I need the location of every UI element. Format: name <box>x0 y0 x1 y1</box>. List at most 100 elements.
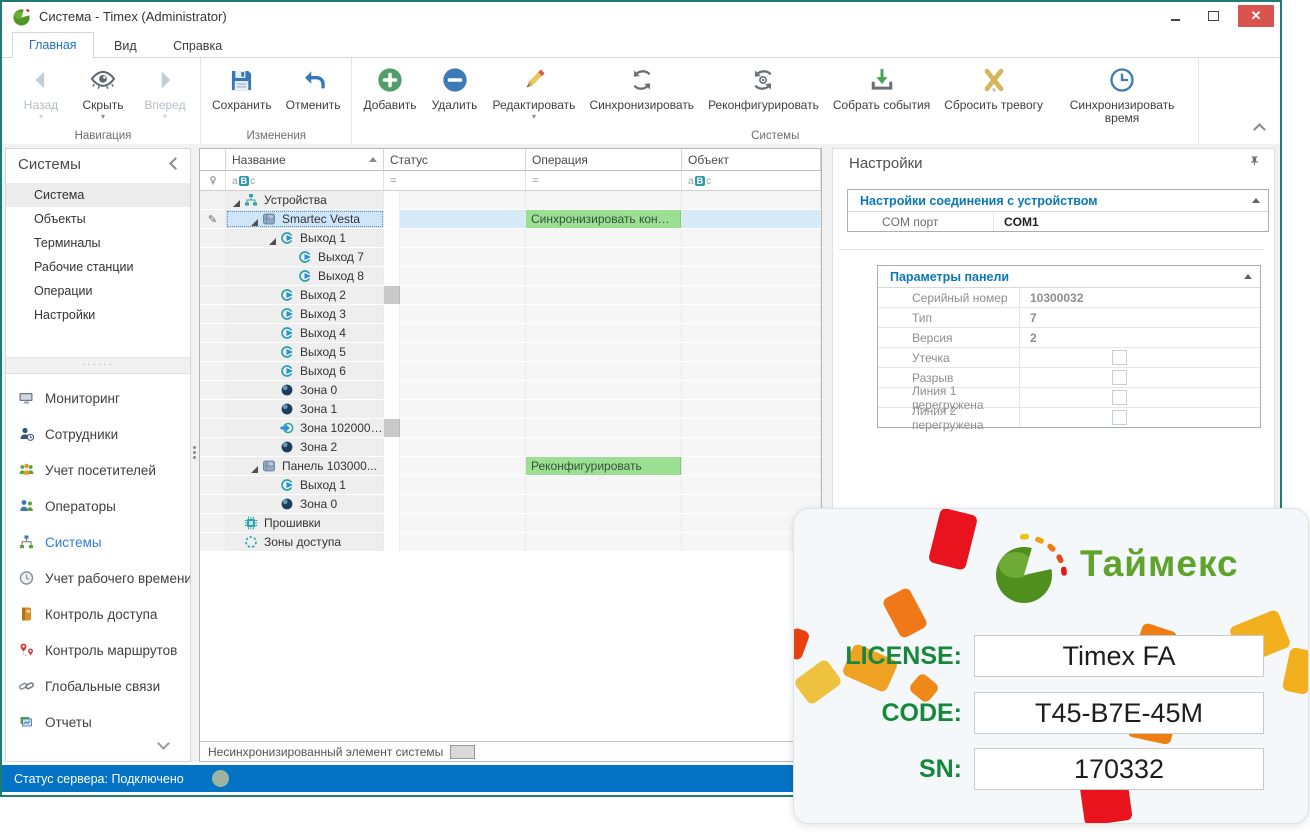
table-row[interactable]: Выход 1 <box>200 476 821 495</box>
reset-alarm-button[interactable]: Сбросить тревогу <box>937 61 1050 114</box>
sidebar-module-global-links[interactable]: Глобальные связи <box>6 668 190 704</box>
splitter-handle[interactable] <box>193 444 197 461</box>
tree-cell[interactable]: Выход 6 <box>226 362 384 380</box>
property-row[interactable]: Утечка <box>878 348 1260 368</box>
sidebar-item-sistema[interactable]: Система <box>6 183 190 207</box>
sidebar-module-route-control[interactable]: Контроль маршрутов <box>6 632 190 668</box>
column-header-name[interactable]: Название <box>226 149 384 170</box>
property-row[interactable]: Серийный номер10300032 <box>878 288 1260 308</box>
tree-cell[interactable]: Прошивки <box>226 514 384 532</box>
tree-cell[interactable]: Выход 5 <box>226 343 384 361</box>
table-row[interactable]: Выход 1 <box>200 229 821 248</box>
sidebar-collapse-button[interactable] <box>171 155 180 173</box>
table-row[interactable]: Выход 3 <box>200 305 821 324</box>
tree-cell[interactable]: Зона 1 <box>226 400 384 418</box>
tree-cell[interactable]: Устройства <box>226 191 384 209</box>
sidebar-item-obekty[interactable]: Объекты <box>6 207 190 231</box>
table-row[interactable]: Выход 4 <box>200 324 821 343</box>
back-button[interactable]: Назад▾ <box>10 61 72 122</box>
column-header-operation[interactable]: Операция <box>526 149 682 170</box>
filter-pin-icon[interactable] <box>200 171 226 190</box>
table-row[interactable]: Выход 7 <box>200 248 821 267</box>
table-row[interactable]: Зона 2 <box>200 438 821 457</box>
table-row[interactable]: ✎Smartec VestaСинхронизировать конфиг... <box>200 210 821 229</box>
sidebar-more-button[interactable] <box>159 735 168 753</box>
filter-status[interactable]: = <box>384 171 526 190</box>
tree-cell[interactable]: Выход 8 <box>226 267 384 285</box>
sidebar-module-employees[interactable]: Сотрудники <box>6 416 190 452</box>
tab-glavnaya[interactable]: Главная <box>12 32 94 61</box>
sidebar-module-operators[interactable]: Операторы <box>6 488 190 524</box>
tree-cell[interactable]: Выход 7 <box>226 248 384 266</box>
table-row[interactable]: Выход 2 <box>200 286 821 305</box>
forward-button[interactable]: Вперед▾ <box>134 61 196 122</box>
tree-cell[interactable]: Выход 1 <box>226 476 384 494</box>
tree-cell[interactable]: Выход 3 <box>226 305 384 323</box>
table-row[interactable]: Зоны доступа <box>200 533 821 552</box>
close-button[interactable]: ✕ <box>1238 5 1274 27</box>
delete-button[interactable]: Удалить <box>424 61 486 114</box>
save-button[interactable]: Сохранить <box>205 61 279 114</box>
table-row[interactable]: Выход 8 <box>200 267 821 286</box>
tree-cell[interactable]: Зона 10200020 <box>226 419 384 437</box>
table-row[interactable]: Выход 6 <box>200 362 821 381</box>
property-row[interactable]: Линия 2 перегружена <box>878 408 1260 427</box>
table-row[interactable]: Зона 0 <box>200 381 821 400</box>
tab-spravka[interactable]: Справка <box>157 34 238 59</box>
tree-cell[interactable]: Зоны доступа <box>226 533 384 551</box>
table-row[interactable]: Устройства <box>200 191 821 210</box>
collapse-group-icon[interactable] <box>1252 198 1260 203</box>
pin-icon[interactable] <box>1249 154 1260 172</box>
sync-time-button[interactable]: Синхронизировать время <box>1050 61 1194 127</box>
tree-cell[interactable]: Smartec Vesta <box>226 210 384 228</box>
collapse-group-icon[interactable] <box>1244 274 1252 279</box>
sidebar-module-monitoring[interactable]: Мониторинг <box>6 380 190 416</box>
column-header-status[interactable]: Статус <box>384 149 526 170</box>
sidebar-module-systems[interactable]: Системы <box>6 524 190 560</box>
collect-events-button[interactable]: Собрать события <box>826 61 937 114</box>
cancel-button[interactable]: Отменить <box>279 61 348 114</box>
sidebar-module-access-control[interactable]: Контроль доступа <box>6 596 190 632</box>
property-row[interactable]: COM порт COM1 <box>848 212 1268 231</box>
filter-name[interactable]: aBc <box>226 171 384 190</box>
sidebar-item-operacii[interactable]: Операции <box>6 279 190 303</box>
sidebar-item-nastroyki[interactable]: Настройки <box>6 303 190 327</box>
table-row[interactable]: Зона 10200020 <box>200 419 821 438</box>
tree-cell[interactable]: Панель 103000... <box>226 457 384 475</box>
sidebar-item-rabochie-stancii[interactable]: Рабочие станции <box>6 255 190 279</box>
tree-cell[interactable]: Зона 0 <box>226 495 384 513</box>
sidebar-splitter[interactable]: ······ <box>6 357 190 374</box>
edit-button[interactable]: Редактировать▾ <box>486 61 583 122</box>
filter-object[interactable]: aBc <box>682 171 821 190</box>
table-row[interactable]: Прошивки <box>200 514 821 533</box>
expand-icon[interactable] <box>230 194 243 207</box>
break-checkbox[interactable] <box>1112 370 1127 385</box>
expand-icon[interactable] <box>248 460 261 473</box>
line1-overload-checkbox[interactable] <box>1112 390 1127 405</box>
expand-icon[interactable] <box>266 232 279 245</box>
table-row[interactable]: Панель 103000...Реконфигурировать <box>200 457 821 476</box>
table-row[interactable]: Зона 0 <box>200 495 821 514</box>
property-row[interactable]: Тип7 <box>878 308 1260 328</box>
tree-cell[interactable]: Зона 0 <box>226 381 384 399</box>
filter-operation[interactable]: = <box>526 171 682 190</box>
property-row[interactable]: Версия2 <box>878 328 1260 348</box>
sidebar-module-time-tracking[interactable]: Учет рабочего времени <box>6 560 190 596</box>
expand-icon[interactable] <box>248 213 261 226</box>
sidebar-module-visitors[interactable]: Учет посетителей <box>6 452 190 488</box>
tree-cell[interactable]: Выход 1 <box>226 229 384 247</box>
reconfigure-button[interactable]: Реконфигурировать <box>701 61 826 114</box>
tab-vid[interactable]: Вид <box>98 34 153 59</box>
tree-cell[interactable]: Выход 2 <box>226 286 384 304</box>
add-button[interactable]: Добавить <box>356 61 423 114</box>
com-port-value[interactable]: COM1 <box>994 215 1039 229</box>
synchronize-button[interactable]: Синхронизировать <box>582 61 701 114</box>
table-row[interactable]: Зона 1 <box>200 400 821 419</box>
tree-cell[interactable]: Выход 4 <box>226 324 384 342</box>
leak-checkbox[interactable] <box>1112 350 1127 365</box>
line2-overload-checkbox[interactable] <box>1112 410 1127 425</box>
maximize-button[interactable] <box>1200 5 1226 27</box>
sidebar-item-terminaly[interactable]: Терминалы <box>6 231 190 255</box>
column-header-object[interactable]: Объект <box>682 149 821 170</box>
hide-button[interactable]: Скрыть▾ <box>72 61 134 122</box>
